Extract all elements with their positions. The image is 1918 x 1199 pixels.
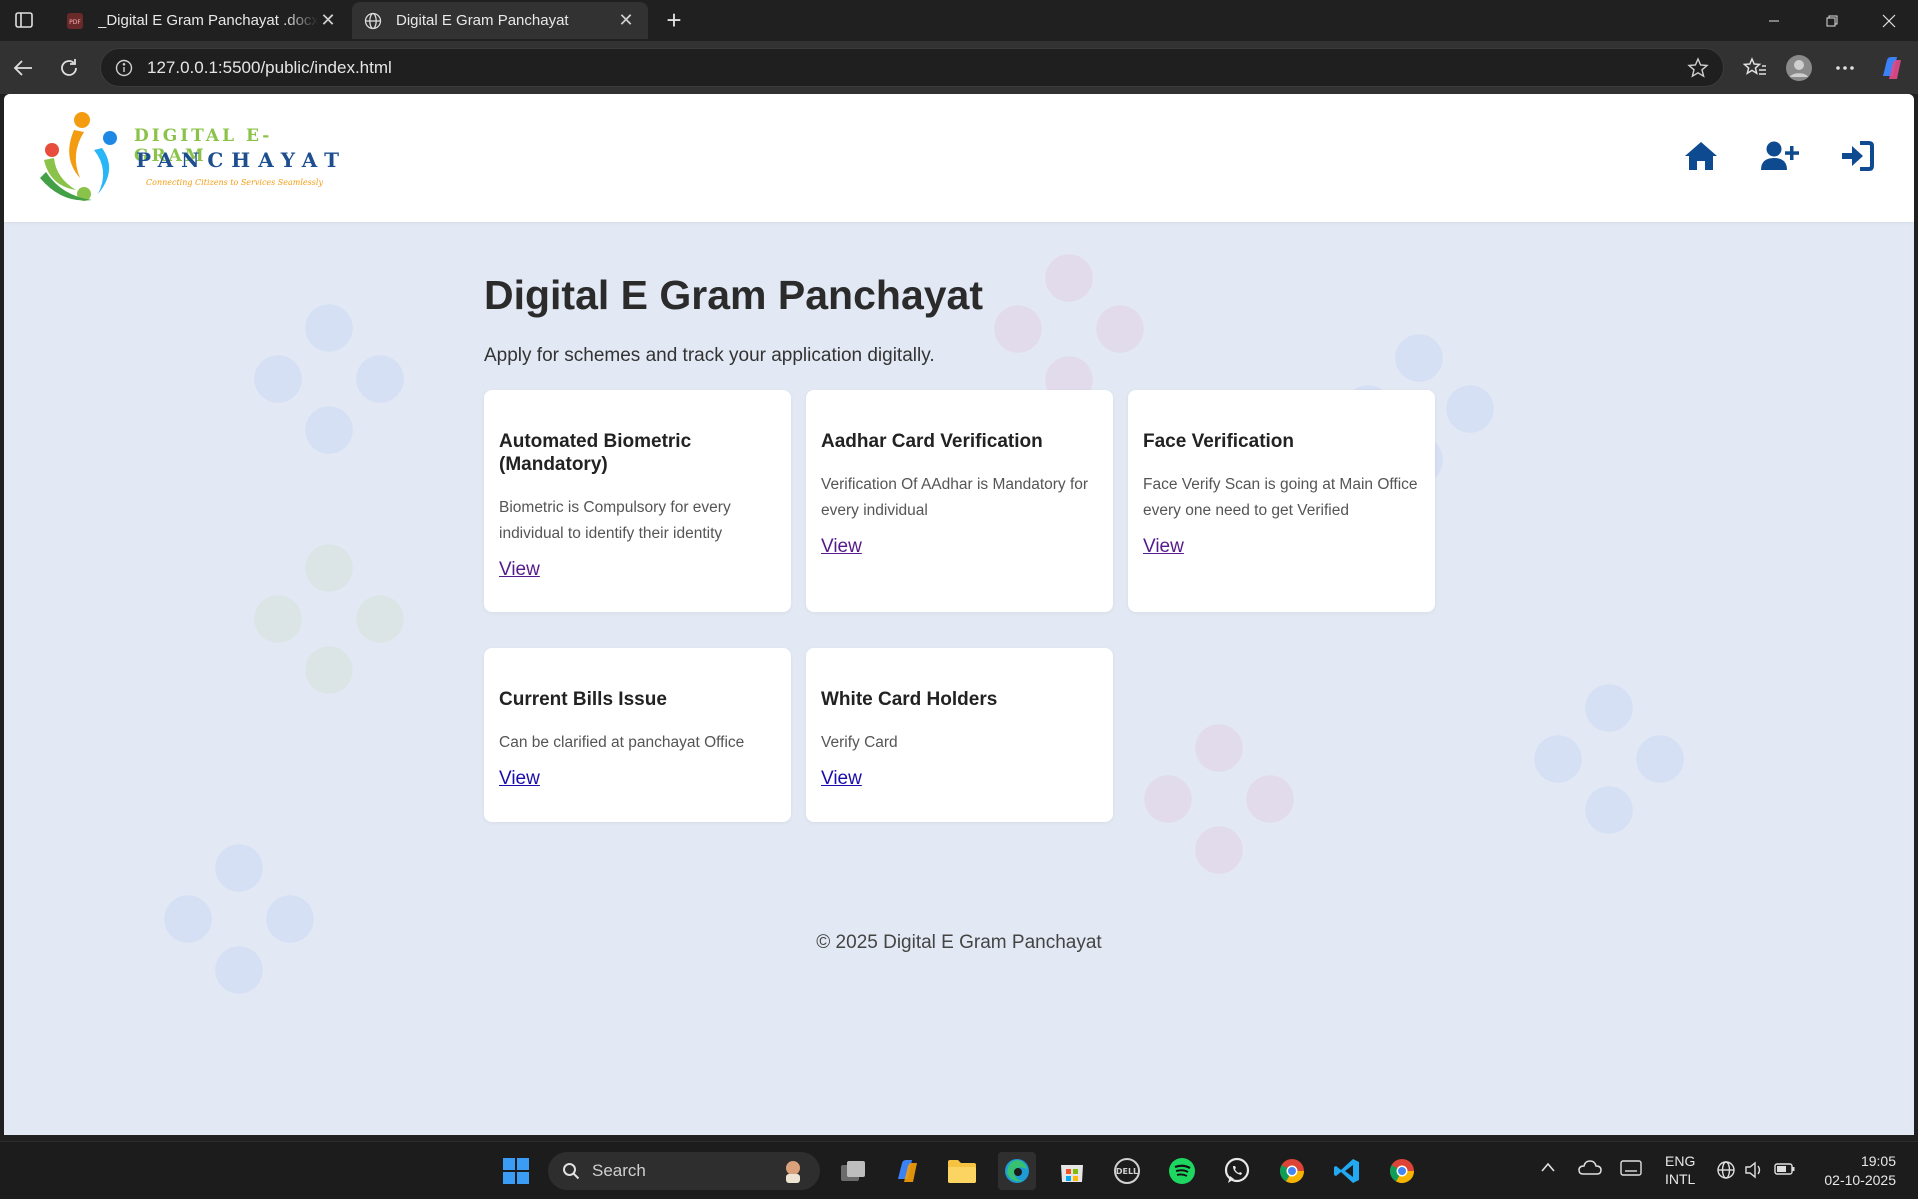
new-tab-icon[interactable]: + bbox=[660, 5, 688, 35]
scheme-card: Face Verification Face Verify Scan is go… bbox=[1128, 390, 1435, 612]
microsoft-store-icon[interactable] bbox=[1053, 1152, 1091, 1190]
background-pattern-icon bbox=[254, 544, 404, 694]
language-indicator[interactable]: ENG INTL bbox=[1665, 1152, 1695, 1188]
logo-text-line2: PANCHAYAT bbox=[136, 148, 348, 172]
svg-text:PDF: PDF bbox=[69, 19, 81, 26]
site-info-icon[interactable] bbox=[113, 57, 135, 79]
globe-icon bbox=[364, 12, 382, 30]
card-title: White Card Holders bbox=[821, 689, 998, 710]
card-view-link[interactable]: View bbox=[1143, 536, 1184, 557]
network-icon[interactable] bbox=[1716, 1160, 1736, 1183]
close-tab-icon[interactable]: ✕ bbox=[616, 10, 636, 31]
scheme-card: Current Bills Issue Can be clarified at … bbox=[484, 648, 791, 822]
task-view-icon[interactable] bbox=[834, 1152, 872, 1190]
card-description: Can be clarified at panchayat Office bbox=[499, 734, 745, 751]
dell-icon[interactable]: DELL bbox=[1108, 1152, 1146, 1190]
card-view-link[interactable]: View bbox=[821, 536, 862, 557]
minimize-icon[interactable] bbox=[1745, 0, 1803, 41]
scheme-card: White Card Holders Verify Card View bbox=[806, 648, 1113, 822]
search-highlight-icon bbox=[780, 1158, 806, 1184]
favorite-star-icon[interactable] bbox=[1687, 57, 1709, 84]
card-view-link[interactable]: View bbox=[499, 559, 540, 580]
card-description: Verify Card bbox=[821, 734, 898, 751]
close-window-icon[interactable] bbox=[1860, 0, 1918, 41]
profile-avatar-icon[interactable] bbox=[1784, 53, 1814, 83]
edge-browser-icon[interactable] bbox=[998, 1152, 1036, 1190]
onedrive-icon[interactable] bbox=[1578, 1158, 1602, 1181]
card-title: Current Bills Issue bbox=[499, 689, 667, 710]
page-subtitle: Apply for schemes and track your applica… bbox=[484, 345, 935, 366]
card-view-link[interactable]: View bbox=[821, 768, 862, 789]
language-code: ENG bbox=[1665, 1153, 1696, 1169]
card-description: Verification Of AAdhar is Mandatory for … bbox=[821, 476, 1089, 519]
clock[interactable]: 19:05 02-10-2025 bbox=[1816, 1152, 1896, 1190]
clock-date: 02-10-2025 bbox=[1824, 1172, 1896, 1188]
copilot-icon[interactable] bbox=[1876, 53, 1906, 83]
home-icon[interactable] bbox=[1680, 136, 1722, 176]
background-pattern-icon bbox=[1144, 724, 1294, 874]
tab-panchayat[interactable]: Digital E Gram Panchayat ✕ bbox=[352, 2, 648, 39]
background-pattern-icon bbox=[1534, 684, 1684, 834]
chrome-icon[interactable] bbox=[1273, 1152, 1311, 1190]
tab-title: _Digital E Gram Panchayat .docx.p bbox=[98, 12, 318, 29]
user-plus-icon[interactable] bbox=[1759, 136, 1801, 176]
card-description: Biometric is Compulsory for every indivi… bbox=[499, 499, 731, 542]
card-title: Automated Biometric (Mandatory) bbox=[499, 431, 692, 475]
site-logo[interactable]: DIGITAL E-GRAM PANCHAYAT Connecting Citi… bbox=[32, 108, 339, 208]
tab-title: Digital E Gram Panchayat bbox=[396, 12, 569, 29]
background-pattern-icon bbox=[994, 254, 1144, 404]
refresh-icon[interactable] bbox=[54, 53, 84, 83]
back-icon[interactable] bbox=[8, 53, 38, 83]
card-title: Face Verification bbox=[1143, 431, 1295, 452]
windows-start-icon[interactable] bbox=[497, 1152, 535, 1190]
background-pattern-icon bbox=[164, 844, 314, 994]
card-title: Aadhar Card Verification bbox=[821, 431, 1043, 452]
logo-tagline: Connecting Citizens to Services Seamless… bbox=[146, 178, 323, 187]
volume-icon[interactable] bbox=[1744, 1160, 1764, 1183]
spotify-icon[interactable] bbox=[1163, 1152, 1201, 1190]
card-description: Face Verify Scan is going at Main Office… bbox=[1143, 476, 1418, 519]
search-icon bbox=[562, 1162, 580, 1180]
keyboard-layout: INTL bbox=[1665, 1171, 1696, 1187]
browser-tab-bar: PDF _Digital E Gram Panchayat .docx.p ✕ … bbox=[0, 0, 1918, 41]
background-pattern-icon bbox=[254, 304, 404, 454]
keyboard-icon[interactable] bbox=[1620, 1160, 1642, 1179]
chrome-profile-icon[interactable] bbox=[1383, 1152, 1421, 1190]
battery-icon[interactable] bbox=[1774, 1161, 1796, 1180]
web-page: DIGITAL E-GRAM PANCHAYAT Connecting Citi… bbox=[4, 94, 1914, 1135]
tab-document[interactable]: PDF _Digital E Gram Panchayat .docx.p ✕ bbox=[54, 2, 350, 39]
tab-actions-icon[interactable] bbox=[10, 8, 38, 32]
pdf-icon: PDF bbox=[66, 12, 84, 30]
show-hidden-icons[interactable] bbox=[1540, 1160, 1556, 1176]
file-explorer-icon[interactable] bbox=[943, 1152, 981, 1190]
scheme-card: Aadhar Card Verification Verification Of… bbox=[806, 390, 1113, 612]
copilot-app-icon[interactable] bbox=[888, 1152, 926, 1190]
search-placeholder: Search bbox=[592, 1161, 646, 1180]
taskbar-search[interactable]: Search bbox=[548, 1152, 820, 1190]
page-title: Digital E Gram Panchayat bbox=[484, 272, 984, 318]
vscode-icon[interactable] bbox=[1328, 1152, 1366, 1190]
windows-taskbar: Search DELL ENG INTL 19:05 02-10-2025 bbox=[0, 1141, 1918, 1199]
svg-text:DELL: DELL bbox=[1116, 1167, 1138, 1176]
favorites-icon[interactable] bbox=[1740, 53, 1770, 83]
clock-time: 19:05 bbox=[1860, 1153, 1896, 1169]
restore-icon[interactable] bbox=[1803, 0, 1861, 41]
sign-in-icon[interactable] bbox=[1836, 136, 1878, 176]
site-header: DIGITAL E-GRAM PANCHAYAT Connecting Citi… bbox=[4, 94, 1914, 222]
address-bar[interactable]: 127.0.0.1:5500/public/index.html bbox=[100, 48, 1724, 87]
more-options-icon[interactable] bbox=[1830, 53, 1860, 83]
whatsapp-icon[interactable] bbox=[1218, 1152, 1256, 1190]
logo-emblem-icon bbox=[40, 112, 117, 201]
scheme-card: Automated Biometric (Mandatory) Biometri… bbox=[484, 390, 791, 612]
browser-toolbar: 127.0.0.1:5500/public/index.html bbox=[0, 41, 1918, 94]
site-footer: © 2025 Digital E Gram Panchayat bbox=[816, 932, 1102, 953]
close-tab-icon[interactable]: ✕ bbox=[318, 10, 338, 31]
card-view-link[interactable]: View bbox=[499, 768, 540, 789]
url-text: 127.0.0.1:5500/public/index.html bbox=[147, 57, 392, 77]
